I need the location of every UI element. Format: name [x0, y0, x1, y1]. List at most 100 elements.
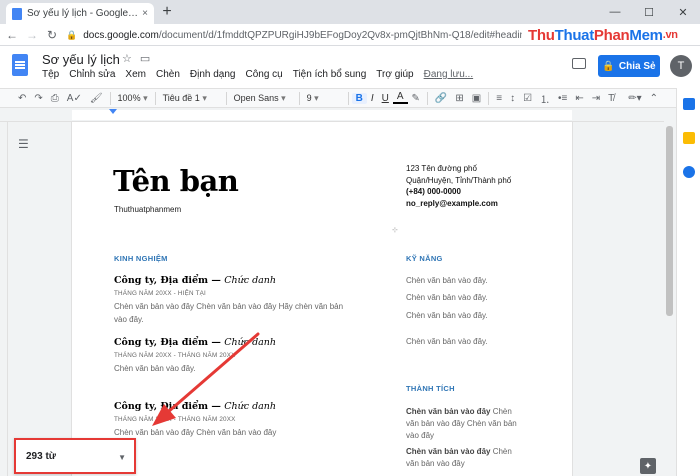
contact-email: no_reply@example.com	[406, 198, 498, 208]
zoom-select[interactable]: 100%	[114, 93, 152, 104]
menu-help[interactable]: Trợ giúp	[371, 69, 418, 80]
menu-edit[interactable]: Chỉnh sửa	[64, 69, 120, 80]
star-icon[interactable]: ☆	[122, 52, 132, 65]
forward-icon[interactable]: →	[22, 28, 42, 42]
back-icon[interactable]: ←	[2, 28, 22, 42]
share-button[interactable]: 🔒 Chia Sẻ	[598, 55, 660, 77]
job-entry[interactable]: Công ty, Địa điểm — Chức danh THÁNG NĂM …	[114, 401, 354, 439]
document-outline-icon[interactable]: ☰	[18, 137, 29, 151]
font-select[interactable]: Open Sans	[230, 93, 296, 104]
indent-more-icon[interactable]: ⇥	[588, 93, 604, 104]
link-icon[interactable]: 🔗	[431, 93, 451, 104]
skill-item[interactable]: Chèn văn bản vào đây.	[406, 293, 488, 302]
experience-heading[interactable]: KINH NGHIỆM	[114, 254, 168, 263]
contact-block[interactable]: 123 Tên đường phố Quận/Huyện, Tỉnh/Thành…	[406, 163, 511, 209]
section-anchor-icon[interactable]: ⊹	[392, 226, 398, 234]
style-select[interactable]: Tiêu đề 1	[159, 93, 223, 104]
font-size-select[interactable]: 9	[303, 93, 345, 104]
menu-view[interactable]: Xem	[120, 69, 151, 80]
underline-button[interactable]: U	[378, 93, 393, 104]
toolbar-divider	[347, 91, 349, 105]
docs-favicon-icon	[12, 7, 22, 20]
skills-heading[interactable]: KỸ NĂNG	[406, 254, 443, 263]
achievement-item[interactable]: Chèn văn bản vào đây Chèn văn bản vào đâ…	[406, 406, 526, 442]
numbered-list-icon[interactable]: ⒈	[536, 91, 554, 106]
move-folder-icon[interactable]: ▭	[140, 52, 150, 65]
redo-icon[interactable]: ↷	[30, 93, 46, 104]
insert-image-icon[interactable]: ▣	[468, 93, 485, 104]
menu-format[interactable]: Định dạng	[185, 69, 241, 80]
tab-title: Sơ yếu lý lịch - Google Tài liệu	[27, 8, 138, 19]
close-window-icon[interactable]: ✕	[666, 6, 700, 19]
job-date: THÁNG NĂM 20XX - HIỆN TẠI	[114, 290, 207, 297]
calendar-icon[interactable]	[683, 98, 695, 110]
comment-history-icon[interactable]	[572, 58, 586, 69]
bulleted-list-icon[interactable]: •≡	[554, 93, 571, 104]
reload-icon[interactable]: ↻	[42, 28, 62, 42]
job-description: Chèn văn bản vào đây Chèn văn bản vào đâ…	[114, 302, 344, 324]
clear-format-icon[interactable]: T̸	[604, 93, 618, 104]
scrollbar-thumb[interactable]	[666, 126, 673, 316]
toolbar-divider	[298, 91, 300, 105]
side-panel	[676, 88, 700, 476]
bold-button[interactable]: B	[351, 92, 367, 104]
spellcheck-icon[interactable]: A✓	[63, 93, 86, 104]
editing-mode-icon[interactable]: ✏▾	[624, 93, 645, 104]
skill-item[interactable]: Chèn văn bản vào đây.	[406, 276, 488, 285]
paint-format-icon[interactable]: 🖌	[86, 93, 107, 104]
indent-marker-icon[interactable]	[109, 109, 117, 114]
docs-logo-icon[interactable]	[12, 54, 28, 76]
highlight-icon[interactable]: ✎	[408, 93, 424, 104]
indent-less-icon[interactable]: ⇤	[571, 93, 587, 104]
menu-bar: Tệp Chỉnh sửa Xem Chèn Định dạng Công cụ…	[37, 69, 478, 80]
formatting-toolbar: ↶ ↷ ⎙ A✓ 🖌 100% Tiêu đề 1 Open Sans 9 B …	[0, 88, 676, 108]
browser-tab[interactable]: Sơ yếu lý lịch - Google Tài liệu ×	[6, 3, 154, 24]
toolbar-divider	[225, 91, 227, 105]
line-spacing-icon[interactable]: ↕	[506, 93, 519, 104]
menu-tools[interactable]: Công cụ	[240, 69, 287, 80]
undo-icon[interactable]: ↶	[14, 93, 30, 104]
resume-subname[interactable]: Thuthuatphanmem	[114, 205, 181, 214]
job-entry[interactable]: Công ty, Địa điểm — Chức danh THÁNG NĂM …	[114, 275, 354, 326]
menu-file[interactable]: Tệp	[37, 69, 64, 80]
skill-item[interactable]: Chèn văn bản vào đây.	[406, 337, 488, 346]
text-color-button[interactable]: A	[392, 92, 408, 104]
contact-city: Quận/Huyện, Tỉnh/Thành phố	[406, 175, 512, 185]
maximize-icon[interactable]: ☐	[632, 6, 666, 19]
skill-item[interactable]: Chèn văn bản vào đây.	[406, 311, 488, 320]
job-description: Chèn văn bản vào đây Chèn văn bản vào đâ…	[114, 428, 277, 437]
site-watermark-logo: Thu Thuat Phan Mem .vn	[528, 26, 678, 44]
achievement-item[interactable]: Chèn văn bản vào đây Chèn văn bản vào đâ…	[406, 446, 526, 470]
horizontal-ruler	[0, 108, 664, 122]
job-entry[interactable]: Công ty, Địa điểm — Chức danh THÁNG NĂM …	[114, 337, 354, 375]
toolbar-divider	[426, 91, 428, 105]
title-icons: ☆ ▭	[122, 52, 150, 65]
job-description: Chèn văn bản vào đây.	[114, 364, 196, 373]
resume-name[interactable]: Tên bạn	[113, 164, 239, 198]
explore-icon[interactable]: ✦	[640, 458, 656, 474]
keep-icon[interactable]	[683, 132, 695, 144]
minimize-icon[interactable]: —	[598, 6, 632, 18]
menu-insert[interactable]: Chèn	[151, 69, 185, 80]
achievements-heading[interactable]: THÀNH TÍCH	[406, 384, 455, 393]
vertical-scrollbar[interactable]	[664, 122, 676, 476]
share-label: Chia Sẻ	[618, 60, 656, 72]
align-left-icon[interactable]: ≡	[492, 93, 506, 104]
menu-addons[interactable]: Tiện ích bổ sung	[288, 69, 372, 80]
chevron-down-icon[interactable]: ▼	[118, 453, 126, 462]
tasks-icon[interactable]	[683, 166, 695, 178]
insert-comment-icon[interactable]: ⊞	[451, 93, 467, 104]
url-bar[interactable]: 🔒 docs.google.com/document/d/1fmddtQPZPU…	[66, 27, 522, 43]
word-count-box[interactable]: 293 từ ▼	[14, 438, 136, 474]
contact-phone: (+84) 000-0000	[406, 187, 461, 197]
new-tab-button[interactable]: +	[158, 3, 176, 21]
print-icon[interactable]: ⎙	[47, 93, 63, 104]
toolbar-divider	[488, 91, 490, 105]
job-title: Công ty, Địa điểm — Chức danh	[114, 401, 277, 412]
italic-button[interactable]: I	[367, 93, 378, 104]
document-title[interactable]: Sơ yếu lý lịch	[42, 52, 120, 67]
tab-close-icon[interactable]: ×	[142, 8, 148, 19]
collapse-menu-icon[interactable]: ⌃	[646, 93, 662, 104]
checklist-icon[interactable]: ☑	[519, 93, 536, 104]
avatar[interactable]: T	[670, 55, 692, 77]
